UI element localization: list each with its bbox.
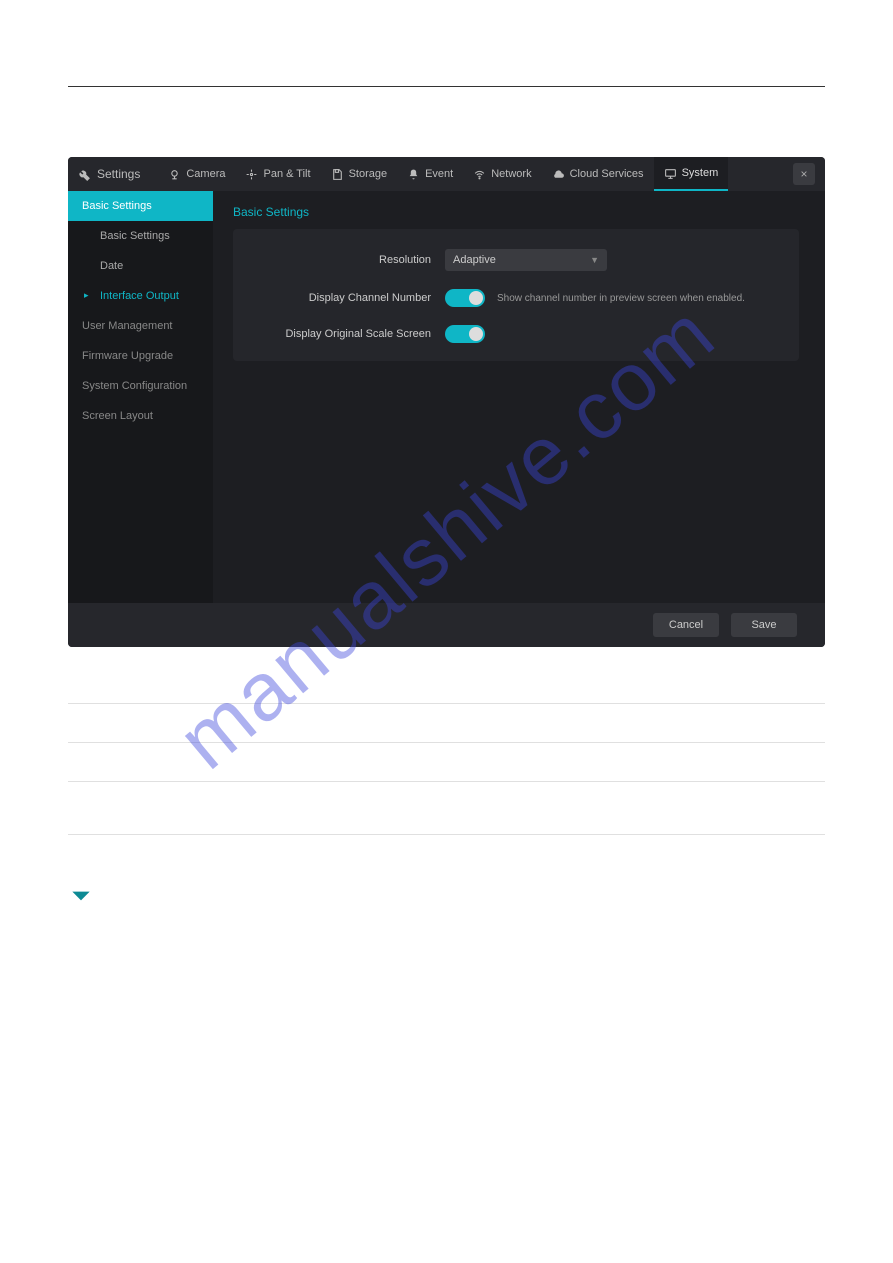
topbar-title-group: Settings [78, 167, 140, 181]
tab-label: Pan & Tilt [263, 168, 310, 180]
cell-param: Resolution [68, 704, 258, 743]
toggle-knob [469, 291, 483, 305]
camera-icon [168, 168, 181, 181]
sidebar-sub-date[interactable]: Date [68, 251, 213, 281]
tab-label: Cloud Services [570, 168, 644, 180]
tab-camera[interactable]: Camera [158, 157, 235, 191]
wifi-icon [473, 168, 486, 181]
storage-icon [331, 168, 344, 181]
window-footer: Cancel Save [68, 603, 825, 647]
row-original-scale: Display Original Scale Screen [257, 325, 775, 343]
sidebar-item-user[interactable]: User Management [68, 311, 213, 341]
resolution-select[interactable]: Adaptive ▼ [445, 249, 607, 271]
tab-label: System [682, 167, 719, 179]
tab-label: Camera [186, 168, 225, 180]
label-dcn: Display Channel Number [257, 292, 445, 304]
pantilt-icon [245, 168, 258, 181]
table-row: Display Original Scale Screen live view … [68, 782, 825, 835]
sidebar: Basic Settings Basic Settings Date Inter… [68, 191, 213, 603]
close-icon: × [800, 167, 807, 181]
tab-label: Event [425, 168, 453, 180]
settings-window: Settings Camera Pan & Tilt Storage Even [68, 157, 825, 647]
section-title: User Management [104, 886, 259, 907]
sidebar-item-firmware[interactable]: Firmware Upgrade [68, 341, 213, 371]
toggle-knob [469, 327, 483, 341]
label-doss: Display Original Scale Screen [257, 328, 445, 340]
toggle-display-channel[interactable] [445, 289, 485, 307]
divider-top [68, 86, 825, 87]
tab-storage[interactable]: Storage [321, 157, 398, 191]
topbar-title: Settings [97, 167, 140, 181]
system-icon [664, 167, 677, 180]
tab-cloud[interactable]: Cloud Services [542, 157, 654, 191]
tab-pan-tilt[interactable]: Pan & Tilt [235, 157, 320, 191]
sidebar-item-layout[interactable]: Screen Layout [68, 401, 213, 431]
label-resolution: Resolution [257, 254, 445, 266]
settings-panel: Resolution Adaptive ▼ Display Channel Nu… [233, 229, 799, 361]
row-display-channel: Display Channel Number Show channel numb… [257, 289, 775, 307]
section-description: Administrator can change its password, a… [68, 923, 825, 962]
cancel-button[interactable]: Cancel [653, 613, 719, 637]
bell-icon [407, 168, 420, 181]
tab-network[interactable]: Network [463, 157, 541, 191]
section-head: User Management [68, 883, 825, 909]
parameter-table: parameter Description Resolution The VGA… [68, 669, 825, 835]
cell-param: Display Original Scale Screen [68, 782, 258, 835]
save-button[interactable]: Save [731, 613, 797, 637]
tab-system[interactable]: System [654, 157, 729, 191]
sidebar-item-sysconfig[interactable]: System Configuration [68, 371, 213, 401]
cell-param: Display Channel Number [68, 743, 258, 782]
toggle-original-scale[interactable] [445, 325, 485, 343]
resolution-value: Adaptive [453, 254, 496, 266]
sidebar-sub-interface[interactable]: Interface Output [68, 281, 213, 311]
tab-event[interactable]: Event [397, 157, 463, 191]
tab-label: Storage [349, 168, 388, 180]
chevron-down-icon: ▼ [590, 255, 599, 265]
tabs: Camera Pan & Tilt Storage Event Network [158, 157, 728, 191]
tab-label: Network [491, 168, 531, 180]
cloud-icon [552, 168, 565, 181]
close-button[interactable]: × [793, 163, 815, 185]
cell-desc: The VGA / HDMI monitor resolution, you c… [258, 704, 825, 743]
window-body: Basic Settings Basic Settings Date Inter… [68, 191, 825, 603]
wrench-icon [78, 168, 91, 181]
sidebar-sub-basic[interactable]: Basic Settings [68, 221, 213, 251]
parameter-table-wrap: parameter Description Resolution The VGA… [68, 669, 825, 835]
table-row: Display Channel Number the channel numbe… [68, 743, 825, 782]
cell-desc: live view image would be in its original… [258, 782, 825, 835]
panel-title: Basic Settings [233, 205, 799, 219]
row-resolution: Resolution Adaptive ▼ [257, 249, 775, 271]
th-parameter: parameter [68, 669, 258, 704]
sidebar-head-basic[interactable]: Basic Settings [68, 191, 213, 221]
main-area: Basic Settings Resolution Adaptive ▼ Dis… [213, 191, 825, 603]
topbar: Settings Camera Pan & Tilt Storage Even [68, 157, 825, 191]
cell-desc: the channel number will appear on the li… [258, 743, 825, 782]
th-description: Description [258, 669, 825, 704]
table-row: Resolution The VGA / HDMI monitor resolu… [68, 704, 825, 743]
dcn-hint: Show channel number in preview screen wh… [497, 293, 745, 304]
chevron-down-icon [68, 883, 94, 909]
